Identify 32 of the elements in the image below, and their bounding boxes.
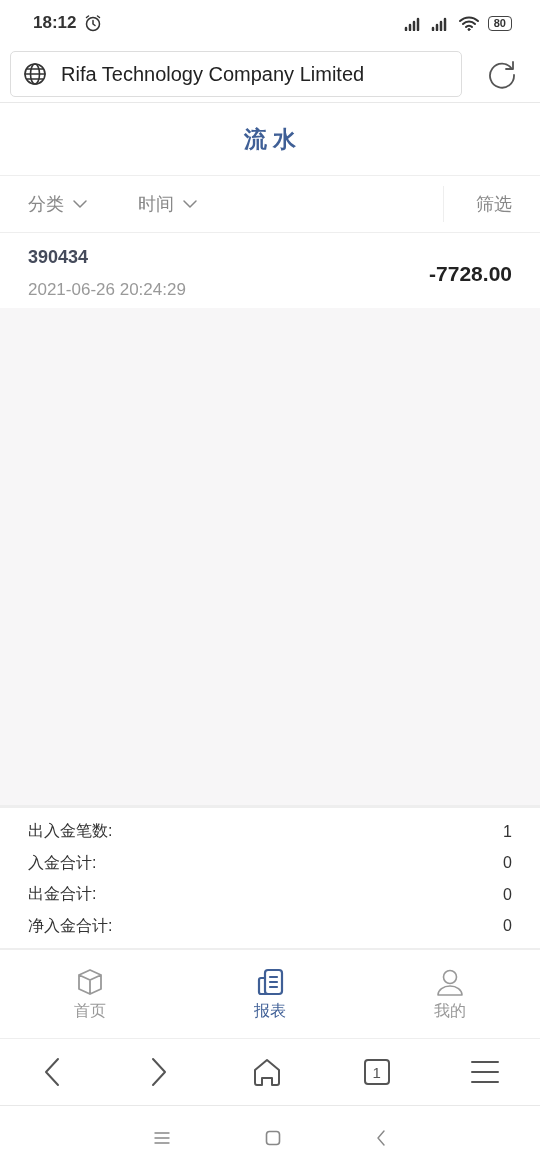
transaction-row[interactable]: 390434 2021-06-26 20:24:29 -7728.00	[0, 233, 540, 308]
address-field[interactable]: Rifa Technology Company Limited	[10, 51, 462, 97]
filter-dropdown[interactable]: 分类	[28, 192, 88, 216]
report-icon	[255, 966, 285, 997]
back-icon[interactable]	[376, 1130, 386, 1146]
globe-icon	[23, 62, 47, 86]
page-title: 流 水	[243, 124, 297, 154]
alarm-icon	[84, 14, 103, 32]
chevron-down-icon	[72, 199, 88, 209]
filter-dropdown[interactable]: 时间	[138, 192, 198, 216]
battery-indicator: 80	[487, 15, 512, 31]
nav-tab[interactable]: 报表	[215, 950, 325, 1038]
nav-tab[interactable]: 首页	[35, 950, 145, 1038]
summary-value: 0	[503, 854, 512, 873]
refresh-icon[interactable]	[486, 58, 518, 90]
menu-icon[interactable]	[471, 1060, 500, 1084]
summary-label: 出入金笔数:	[28, 821, 113, 842]
transaction-id: 390434	[28, 247, 90, 268]
summary-label: 出金合计:	[28, 884, 97, 905]
summary-value: 0	[503, 885, 512, 904]
summary-label: 入金合计:	[28, 852, 97, 873]
summary-value: 1	[503, 822, 512, 841]
summary-label: 净入金合计:	[28, 915, 113, 936]
chevron-down-icon	[182, 199, 198, 209]
summary-value: 0	[503, 917, 512, 936]
transaction-amount: -7728.00	[429, 261, 512, 286]
wifi-icon	[457, 15, 480, 31]
filter-button[interactable]: 筛选	[443, 186, 512, 222]
status-time: 18:12	[33, 13, 77, 33]
nav-tab[interactable]: 我的	[395, 950, 505, 1038]
transaction-time: 2021-06-26 20:24:29	[28, 280, 186, 300]
tab-count-button[interactable]: 1	[363, 1059, 390, 1085]
